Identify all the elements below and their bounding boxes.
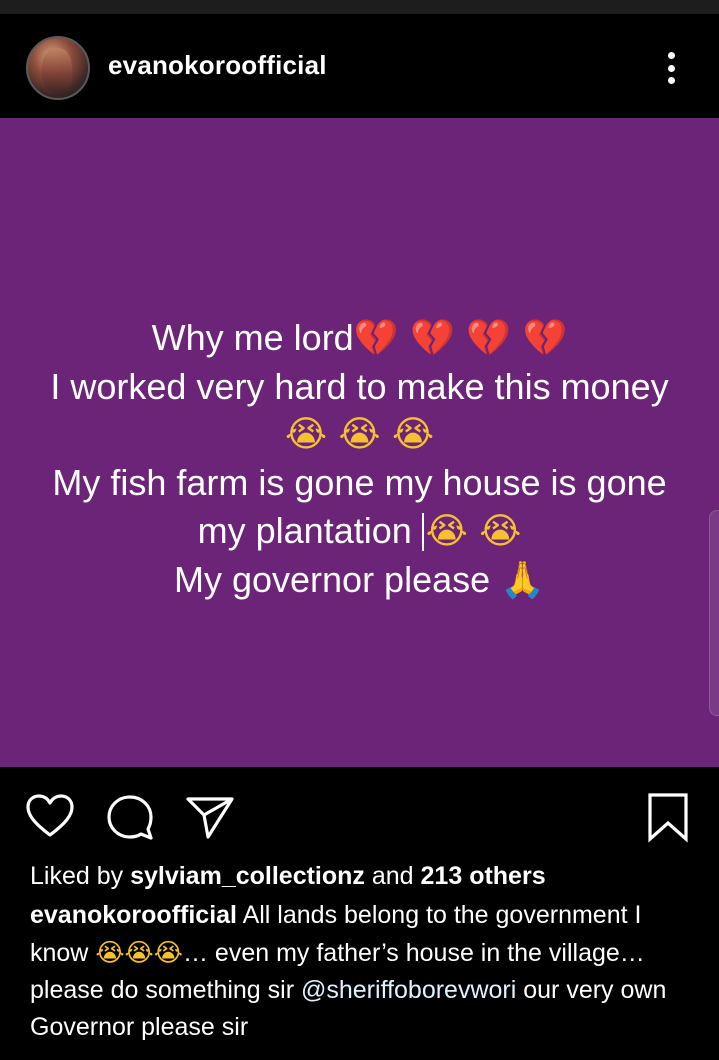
- post-caption: evanokoroofficial All lands belong to th…: [30, 897, 700, 1046]
- bookmark-icon[interactable]: [642, 791, 694, 843]
- caption-crying-emoji: 😭😭😭: [95, 938, 183, 967]
- crying-emoji-row: 😭 😭 😭: [284, 414, 435, 455]
- heart-icon[interactable]: [24, 791, 76, 843]
- avatar[interactable]: [26, 36, 90, 100]
- media-caption: Why me lord💔 💔 💔 💔 I worked very hard to…: [0, 314, 719, 605]
- more-vertical-icon[interactable]: [656, 46, 686, 90]
- post-header: evanokoroofficial: [0, 14, 719, 118]
- post-media[interactable]: Why me lord💔 💔 💔 💔 I worked very hard to…: [0, 118, 719, 767]
- action-bar: [0, 767, 719, 861]
- pray-emoji: 🙏: [500, 560, 545, 601]
- status-bar: [0, 0, 719, 14]
- broken-heart-emoji: 💔 💔 💔 💔: [353, 318, 568, 359]
- caption-mention[interactable]: @sheriffoborevwori: [301, 976, 516, 1004]
- media-line-6: My governor please 🙏: [0, 556, 719, 605]
- likes-and: and: [371, 862, 414, 890]
- media-line-5-text: my plantation: [197, 510, 412, 551]
- liked-by-user[interactable]: sylviam_collectionz: [130, 862, 365, 890]
- edge-panel-handle[interactable]: [709, 510, 719, 716]
- crying-emoji-pair: 😭 😭: [425, 511, 522, 552]
- likes-summary[interactable]: Liked by sylviam_collectionz and 213 oth…: [30, 858, 546, 894]
- media-line-1-text: Why me lord: [151, 317, 354, 358]
- media-line-1: Why me lord💔 💔 💔 💔: [0, 314, 719, 363]
- media-line-4: My fish farm is gone my house is gone: [52, 462, 667, 503]
- avatar-photo: [42, 48, 72, 92]
- media-line-2: I worked very hard to make this money: [50, 366, 669, 407]
- text-cursor: [421, 513, 424, 551]
- caption-author[interactable]: evanokoroofficial: [30, 901, 237, 929]
- send-icon[interactable]: [184, 791, 236, 843]
- likes-prefix: Liked by: [30, 862, 124, 890]
- comment-icon[interactable]: [104, 791, 156, 843]
- likes-others-count[interactable]: 213 others: [421, 862, 546, 890]
- media-line-5: my plantation 😭 😭: [0, 507, 719, 556]
- media-line-6-text: My governor please: [173, 559, 491, 600]
- username[interactable]: evanokoroofficial: [108, 50, 327, 81]
